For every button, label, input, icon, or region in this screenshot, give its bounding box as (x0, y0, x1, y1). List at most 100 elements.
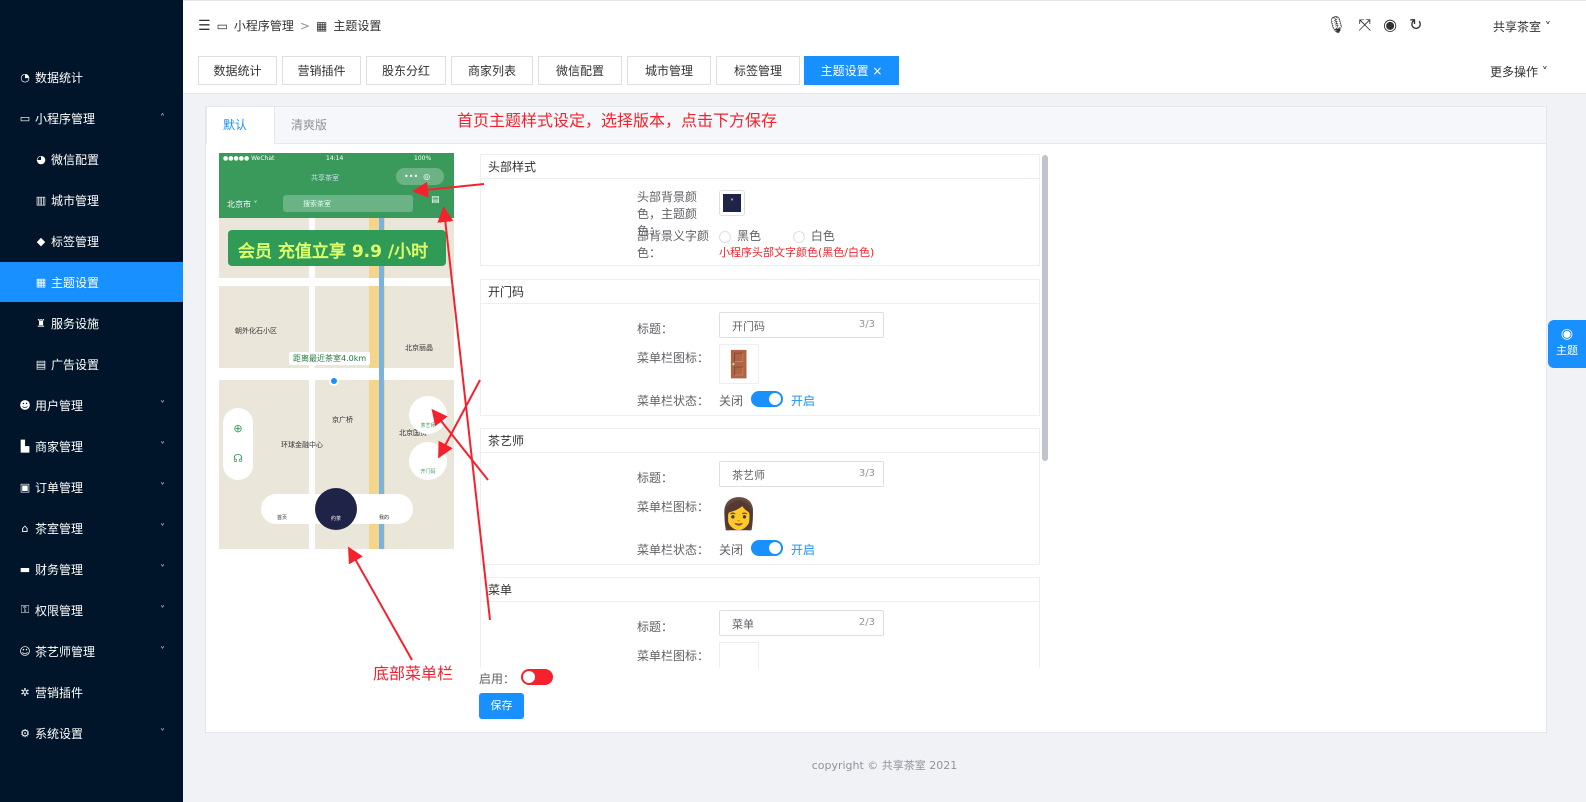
phone-search: 搜索茶室 (283, 195, 413, 212)
title-label: 标题： (637, 322, 674, 336)
save-button[interactable]: 保存 (479, 693, 524, 719)
tab-labels[interactable]: 标签管理 (716, 56, 800, 85)
more-actions-dropdown[interactable]: 更多操作 ˅ (1490, 63, 1548, 80)
door-code-title-input[interactable]: 开门码 3/3 (719, 312, 884, 338)
sidebar-item-merchants[interactable]: ▙ 商家管理 ˅ (0, 426, 183, 466)
tab-wechat[interactable]: 微信配置 (538, 56, 622, 85)
sidebar-item-settings[interactable]: ⚙ 系统设置 ˅ (0, 713, 183, 753)
sidebar-item-wechat[interactable]: ◕ 微信配置 (0, 139, 183, 179)
map-label: 京广桥 (332, 416, 353, 424)
breadcrumb: ☰ ▭ 小程序管理 > ▦ 主题设置 (198, 17, 381, 34)
sidebar-item-label: 服务设施 (51, 316, 100, 331)
chevron-down-icon: ˅ (160, 399, 165, 411)
radio-black[interactable] (719, 230, 731, 243)
location-marker-icon (329, 376, 339, 386)
theme-button-label: 主题 (1556, 344, 1578, 357)
chevron-down-icon: ˅ (160, 645, 165, 657)
status-label: 菜单栏状态： (637, 394, 710, 408)
building-icon: ▥ (35, 193, 47, 207)
menu-icon-upload[interactable] (719, 642, 759, 668)
map: 会员 充值立享 9.9 /小时 距离最近茶室4.0km 京广桥 环球金融中心 北… (219, 218, 454, 549)
sidebar-item-label: 数据统计 (35, 70, 84, 85)
headset-icon: ☊ (233, 452, 243, 465)
tab-merchants[interactable]: 商家列表 (451, 56, 533, 85)
breadcrumb-item[interactable]: 小程序管理 (234, 17, 294, 34)
fullscreen-icon[interactable]: ⤧ (1358, 15, 1371, 35)
sidebar-item-tags[interactable]: ◆ 标签管理 (0, 221, 183, 261)
bottom-nav-center: 约茶 (315, 488, 357, 530)
locate-icon: ⊕ (233, 422, 243, 435)
door-icon[interactable]: 🚪 (719, 344, 759, 384)
form-scrollbar[interactable] (1042, 155, 1048, 461)
chevron-up-icon: ˄ (160, 112, 165, 124)
tab-marketing[interactable]: 营销插件 (282, 56, 361, 85)
map-label: 朝外化石小区 (235, 327, 277, 335)
sidebar-item-plugins[interactable]: ✲ 营销插件 (0, 672, 183, 712)
tea-master-avatar-icon[interactable]: 👩 (719, 493, 759, 537)
switch-off-label: 关闭 (719, 543, 744, 557)
sidebar-item-tea-masters[interactable]: ☺ 茶艺师管理 ˅ (0, 631, 183, 671)
enable-switch[interactable] (521, 669, 553, 685)
sidebar-item-facilities[interactable]: ♜ 服务设施 (0, 303, 183, 343)
refresh-icon[interactable]: ↻ (1409, 15, 1422, 35)
phone-status-left: ●●●●● WeChat (223, 155, 275, 162)
icon-label: 菜单栏图标： (637, 500, 710, 514)
breadcrumb-separator-icon: > (299, 18, 310, 33)
tab-theme[interactable]: 主题设置 × (804, 56, 899, 85)
mic-off-icon[interactable]: 🎙 (1326, 15, 1346, 35)
store-icon: ▙ (20, 439, 30, 453)
user-menu[interactable]: 共享茶室 ˅ (1493, 18, 1551, 35)
tea-master-status-switch[interactable] (751, 540, 783, 556)
card-header-style: 头部样式 头部背景颜色，主题颜色： ˅ 部背景义字颜色： 黑色 白色 小程序头部… (480, 154, 1040, 266)
capsule-menu-icon: ••• ◎ (396, 168, 444, 185)
annotation-bottom-menu: 底部菜单栏 (373, 664, 454, 683)
plugin-icon: ✲ (20, 685, 30, 699)
tab-city[interactable]: 城市管理 (627, 56, 711, 85)
bottom-nav-item: 首页 (277, 515, 288, 521)
annotation-top: 首页主题样式设定，选择版本，点击下方保存 (457, 111, 778, 130)
version-tabs: 默认版 清爽版 (206, 107, 1546, 169)
menu-toggle-icon[interactable]: ☰ (198, 18, 211, 34)
theme-settings-button[interactable]: ◉ 主题 (1548, 320, 1586, 368)
card-menu: 菜单 标题： 菜单 2/3 菜单栏图标： (480, 577, 1040, 668)
door-code-status-switch[interactable] (751, 391, 783, 407)
tab-default-version[interactable]: 默认版 (206, 107, 275, 169)
tab-dividends[interactable]: 股东分红 (366, 56, 446, 85)
order-icon: ▣ (19, 480, 31, 494)
sidebar-item-city[interactable]: ▥ 城市管理 (0, 180, 183, 220)
tags-view: 数据统计 营销插件 股东分红 商家列表 微信配置 城市管理 标签管理 主题设置 … (183, 48, 1586, 94)
top-header: ☰ ▭ 小程序管理 > ▦ 主题设置 🎙 ⤧ ◉ ↻ 共享茶室 ˅ (183, 0, 1586, 48)
chevron-down-icon: ˅ (723, 194, 741, 212)
sidebar-item-permissions[interactable]: ⚿ 权限管理 ˅ (0, 590, 183, 630)
sidebar-item-users[interactable]: ☻ 用户管理 ˅ (0, 385, 183, 425)
sidebar-item-theme[interactable]: ▦ 主题设置 (0, 262, 183, 302)
card-tea-master: 茶艺师 标题： 茶艺师 3/3 菜单栏图标： 👩 菜单栏状态： 关闭 开启 (480, 428, 1040, 565)
menu-title-input[interactable]: 菜单 2/3 (719, 610, 884, 636)
sidebar-item-finance[interactable]: ▬ 财务管理 ˅ (0, 549, 183, 589)
chevron-down-icon: ˅ (160, 727, 165, 739)
sidebar-item-miniprogram[interactable]: ▭ 小程序管理 ˄ (0, 98, 183, 138)
phone-title: 共享茶室 (311, 174, 339, 182)
radio-label: 白色 (810, 229, 835, 243)
sidebar-item-label: 系统设置 (35, 726, 84, 741)
sidebar-item-label: 主题设置 (51, 275, 100, 290)
input-value: 茶艺师 (732, 469, 765, 482)
sidebar-item-ads[interactable]: ▤ 广告设置 (0, 344, 183, 384)
sidebar-item-dashboard[interactable]: ◔ 数据统计 (0, 57, 183, 97)
palette-icon[interactable]: ◉ (1383, 15, 1397, 35)
key-icon: ⚿ (20, 603, 30, 616)
sidebar-item-label: 小程序管理 (35, 111, 96, 126)
footer-copyright: copyright © 共享茶室 2021 (811, 759, 958, 772)
tab-fresh-version[interactable]: 清爽版 (275, 107, 349, 144)
sidebar-item-tearooms[interactable]: ⌂ 茶室管理 ˅ (0, 508, 183, 548)
breadcrumb-item: 主题设置 (333, 19, 382, 33)
tab-stats[interactable]: 数据统计 (198, 56, 277, 85)
color-picker[interactable]: ˅ (719, 190, 745, 216)
enable-label: 启用： (479, 672, 516, 686)
tea-master-title-input[interactable]: 茶艺师 3/3 (719, 461, 884, 487)
users-icon: ☻ (19, 398, 31, 412)
radio-white[interactable] (792, 230, 805, 243)
char-count: 2/3 (858, 617, 875, 628)
card-title: 茶艺师 (481, 429, 1039, 453)
sidebar-item-orders[interactable]: ▣ 订单管理 ˅ (0, 467, 183, 507)
